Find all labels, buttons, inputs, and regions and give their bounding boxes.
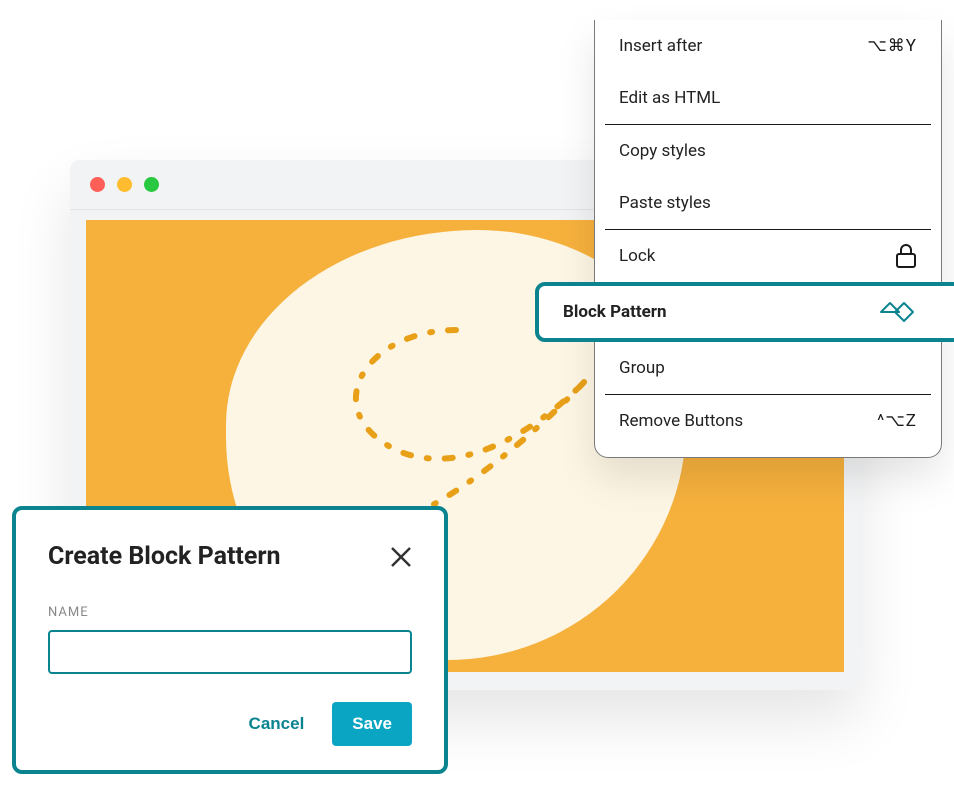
menu-item-remove-buttons[interactable]: Remove Buttons ^⌥Z (595, 395, 941, 447)
menu-item-group[interactable]: Group (595, 342, 941, 394)
minimize-window-button[interactable] (117, 177, 132, 192)
block-pattern-icon (879, 301, 915, 323)
close-icon[interactable] (390, 546, 412, 568)
menu-item-label: Lock (619, 246, 655, 266)
menu-item-insert-after[interactable]: Insert after ⌥⌘Y (595, 20, 941, 72)
dialog-title: Create Block Pattern (48, 542, 281, 571)
dialog-header: Create Block Pattern (48, 542, 412, 571)
menu-item-label: Edit as HTML (619, 88, 720, 108)
menu-item-label: Remove Buttons (619, 411, 743, 431)
menu-item-label: Copy styles (619, 141, 706, 161)
lock-icon (895, 243, 917, 269)
menu-item-block-pattern[interactable]: Block Pattern (535, 282, 954, 342)
create-block-pattern-dialog: Create Block Pattern NAME Cancel Save (12, 506, 448, 774)
menu-item-label: Paste styles (619, 193, 711, 213)
zoom-window-button[interactable] (144, 177, 159, 192)
menu-item-shortcut: ⌥⌘Y (867, 36, 917, 56)
menu-item-label: Group (619, 358, 665, 378)
menu-item-shortcut: ^⌥Z (877, 411, 917, 431)
save-button[interactable]: Save (332, 702, 412, 746)
menu-item-paste-styles[interactable]: Paste styles (595, 177, 941, 229)
name-field-label: NAME (48, 605, 412, 620)
name-input[interactable] (48, 630, 412, 674)
menu-item-lock[interactable]: Lock (595, 230, 941, 282)
menu-item-label: Block Pattern (563, 302, 667, 322)
cancel-button[interactable]: Cancel (249, 714, 305, 734)
block-context-menu: Insert after ⌥⌘Y Edit as HTML Copy style… (594, 20, 942, 458)
menu-item-label: Insert after (619, 36, 702, 56)
menu-item-copy-styles[interactable]: Copy styles (595, 125, 941, 177)
menu-item-edit-html[interactable]: Edit as HTML (595, 72, 941, 124)
close-window-button[interactable] (90, 177, 105, 192)
dialog-actions: Cancel Save (48, 702, 412, 746)
